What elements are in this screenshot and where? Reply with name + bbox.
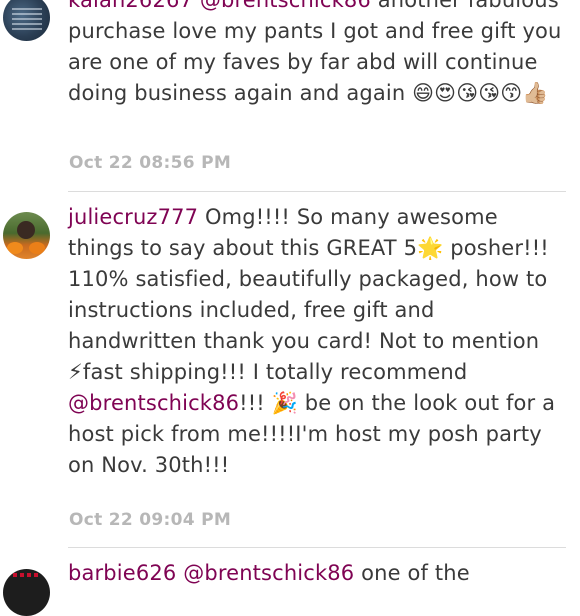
avatar-image-text-lines <box>12 8 42 30</box>
emoji-reaction-icons: 😄😍😘😘😙👍🏼 <box>412 81 549 105</box>
avatar[interactable] <box>3 569 50 616</box>
comment-username[interactable]: barbie626 <box>68 561 176 585</box>
avatar-pumpkin-shape <box>29 242 45 254</box>
comment-text: one of the <box>354 561 470 585</box>
lightning-icon: ⚡ <box>68 360 83 384</box>
comment-body: juliecruz777 Omg!!!! So many awesome thi… <box>68 202 568 481</box>
divider <box>68 191 566 192</box>
avatar-pumpkin-shape <box>7 242 23 254</box>
avatar[interactable] <box>3 212 50 259</box>
avatar-pattern <box>13 573 40 577</box>
comment-mention[interactable]: @brentschick86 <box>183 561 354 585</box>
comment-username[interactable]: juliecruz777 <box>68 205 198 229</box>
comment-timestamp: Oct 22 08:56 PM <box>69 153 232 173</box>
divider <box>68 547 566 548</box>
comment-body: barbie626 @brentschick86 one of the <box>68 558 568 589</box>
glowing-star-icon: 🌟 <box>417 236 444 260</box>
avatar[interactable] <box>3 0 50 41</box>
comment-mention[interactable]: @brentschick86 <box>200 0 371 12</box>
comment-body: kalan26267 @brentschick86 another fabulo… <box>68 0 568 109</box>
comment-username[interactable]: kalan26267 <box>68 0 193 12</box>
comment-mention[interactable]: @brentschick86 <box>68 391 239 415</box>
comment-timestamp: Oct 22 09:04 PM <box>69 510 232 530</box>
party-popper-icon: 🎉 <box>271 391 298 415</box>
comment-text: fast shipping!!! I totally recommend <box>82 360 468 384</box>
comment-text: !!! <box>239 391 272 415</box>
avatar-person-shape <box>17 221 35 239</box>
